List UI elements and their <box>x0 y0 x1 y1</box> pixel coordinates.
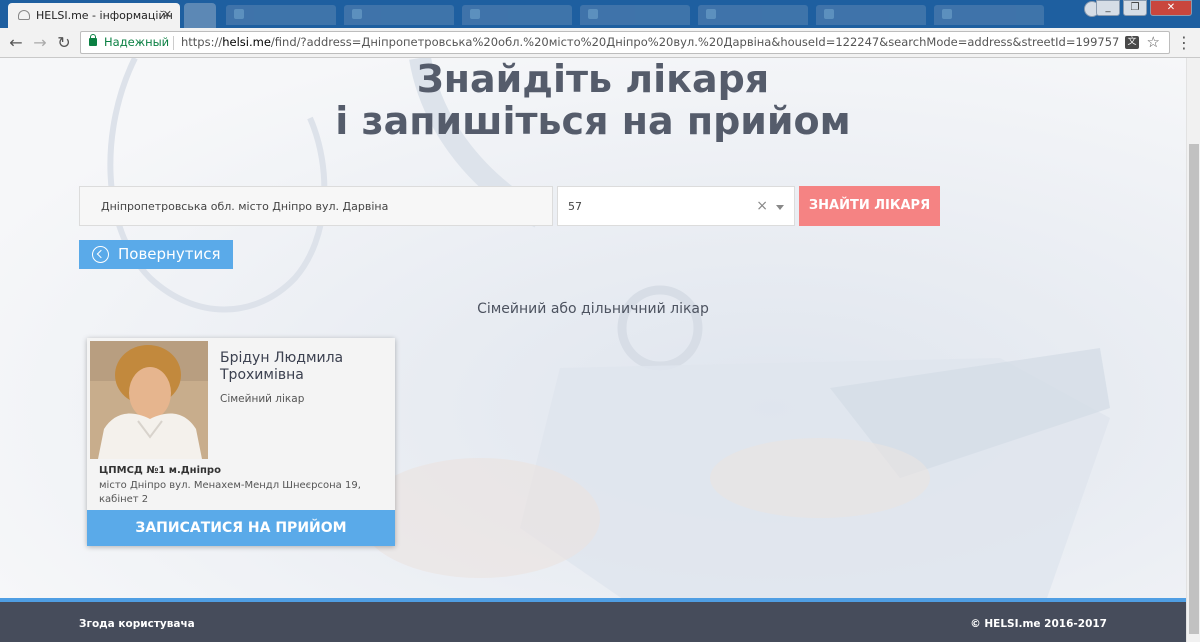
address-value: Дніпропетровська обл. місто Дніпро вул. … <box>101 200 389 213</box>
title-line-2: і запишіться на прийом <box>335 99 851 143</box>
browser-toolbar: ← → ↻ Надежный https://helsi.me/find/?ad… <box>0 28 1200 58</box>
clear-icon[interactable]: × <box>756 198 768 214</box>
url-separator <box>173 36 174 50</box>
browser-tab-active[interactable]: HELSI.me - інформаційн ✕ <box>8 3 180 28</box>
window-controls: _ ❐ ✕ <box>1096 0 1192 18</box>
address-search-input[interactable]: Дніпропетровська обл. місто Дніпро вул. … <box>79 186 553 226</box>
reload-icon[interactable]: ↻ <box>54 33 74 53</box>
browser-tab[interactable] <box>580 5 690 25</box>
house-value: 57 <box>568 200 582 213</box>
browser-tab[interactable] <box>816 5 926 25</box>
clinic-address: місто Дніпро вул. Менахем-Мендл Шнеєрсон… <box>99 480 361 505</box>
book-appointment-button[interactable]: ЗАПИСАТИСЯ НА ПРИЙОМ <box>87 510 395 546</box>
browser-tab[interactable] <box>698 5 808 25</box>
back-button-label: Повернутися <box>118 245 221 263</box>
cloud-icon <box>18 10 30 20</box>
house-number-select[interactable]: 57 × <box>557 186 795 226</box>
page-content: Знайдіть лікаря і запишіться на прийом Д… <box>0 58 1186 642</box>
tab-close-icon[interactable]: ✕ <box>163 8 172 21</box>
section-title: Сімейний або дільничний лікар <box>477 301 709 317</box>
browser-tabstrip: HELSI.me - інформаційн ✕ _ ❐ ✕ <box>0 0 1200 28</box>
window-close-icon[interactable]: ✕ <box>1150 0 1192 16</box>
clinic-name: ЦПМСД №1 м.Дніпро <box>99 465 221 476</box>
page-title: Знайдіть лікаря і запишіться на прийом <box>0 58 1186 142</box>
title-line-1: Знайдіть лікаря <box>416 58 770 101</box>
browser-tab[interactable] <box>344 5 454 25</box>
new-tab-button[interactable] <box>184 3 216 28</box>
doctor-photo <box>90 341 208 459</box>
url-text: https://helsi.me/find/?address=Дніпропет… <box>181 35 1120 49</box>
back-circle-icon <box>92 246 109 263</box>
browser-tab[interactable] <box>226 5 336 25</box>
address-bar[interactable]: Надежный https://helsi.me/find/?address=… <box>80 31 1170 54</box>
doctor-photo-image <box>90 341 208 459</box>
find-doctor-button[interactable]: ЗНАЙТИ ЛІКАРЯ <box>799 186 940 226</box>
user-agreement-link[interactable]: Згода користувача <box>79 618 195 630</box>
chevron-down-icon[interactable] <box>776 205 784 210</box>
translate-icon[interactable]: 文 <box>1125 36 1139 49</box>
secure-label: Надежный <box>104 35 170 49</box>
browser-tab[interactable] <box>934 5 1044 25</box>
doctor-name: Брідун Людмила Трохимівна <box>220 350 344 383</box>
doctor-card: Брідун Людмила Трохимівна Сімейний лікар… <box>87 338 395 546</box>
scrollbar[interactable] <box>1186 58 1200 642</box>
forward-icon[interactable]: → <box>30 33 50 53</box>
back-button[interactable]: Повернутися <box>79 240 233 269</box>
minimize-icon[interactable]: _ <box>1096 0 1120 16</box>
tab-title: HELSI.me - інформаційн <box>36 9 173 22</box>
restore-icon[interactable]: ❐ <box>1123 0 1147 16</box>
scrollbar-thumb[interactable] <box>1189 144 1199 634</box>
menu-icon[interactable]: ⋮ <box>1176 33 1192 53</box>
back-icon[interactable]: ← <box>6 33 26 53</box>
footer: Згода користувача © HELSI.me 2016-2017 <box>0 598 1186 642</box>
copyright: © HELSI.me 2016-2017 <box>970 618 1107 630</box>
doctor-role: Сімейний лікар <box>220 393 305 405</box>
browser-tab[interactable] <box>462 5 572 25</box>
lock-icon <box>89 34 97 46</box>
star-icon[interactable]: ☆ <box>1147 32 1160 53</box>
